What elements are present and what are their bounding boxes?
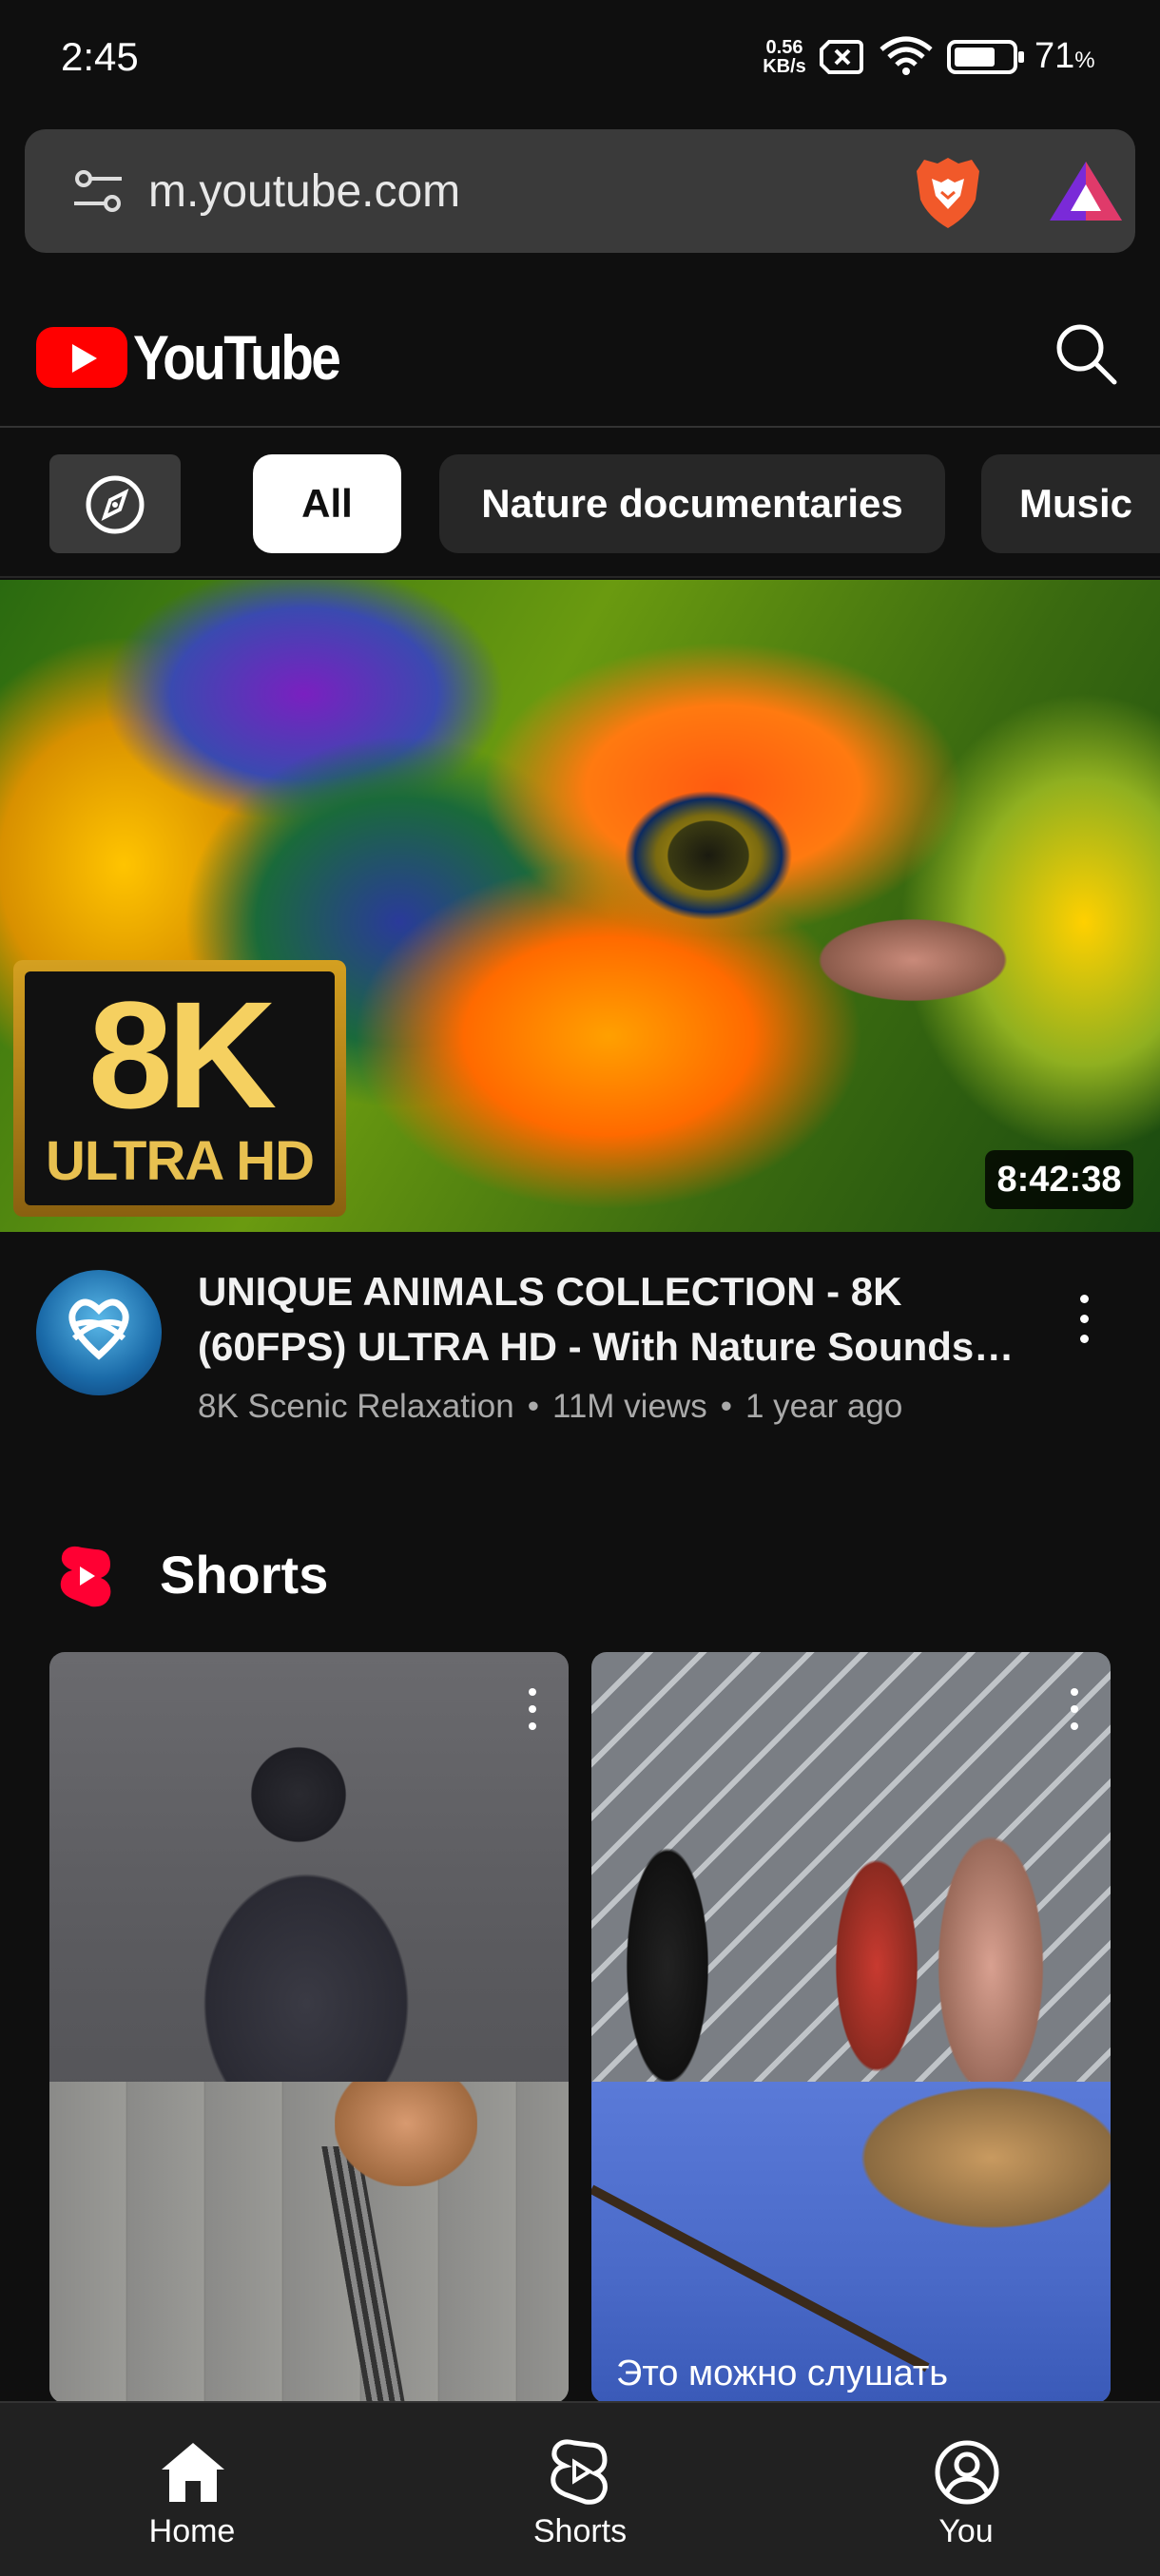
video-duration: 8:42:38 [985, 1150, 1133, 1209]
nav-you[interactable]: You [842, 2403, 1090, 2576]
category-chips: All Nature documentaries Music [0, 428, 1160, 578]
site-settings-icon[interactable] [72, 167, 124, 215]
nav-home-label: Home [148, 2513, 236, 2549]
video-title[interactable]: UNIQUE ANIMALS COLLECTION - 8K (60FPS) U… [198, 1264, 1015, 1375]
url-text[interactable]: m.youtube.com [148, 165, 460, 218]
no-sim-icon [820, 40, 863, 74]
short-more-options-button[interactable] [513, 1684, 551, 1734]
shorts-logo-icon [60, 1546, 111, 1607]
network-speed: 0.56 KB/s [761, 38, 808, 76]
brave-rewards-icon[interactable] [1048, 158, 1124, 224]
channel-name[interactable]: 8K Scenic Relaxation [198, 1388, 514, 1425]
battery-icon [947, 40, 1024, 74]
search-icon[interactable] [1052, 319, 1120, 388]
account-icon [935, 2440, 999, 2505]
channel-avatar[interactable] [36, 1270, 162, 1395]
battery-percent-value: 71 [1034, 36, 1075, 76]
youtube-logo-text: YouTube [133, 322, 341, 393]
short-thumbnail-lower [49, 2082, 569, 2403]
chip-music[interactable]: Music [981, 454, 1160, 553]
compass-icon [86, 475, 145, 534]
video-thumbnail[interactable]: 8K ULTRA HD 8:42:38 [0, 580, 1160, 1232]
short-card[interactable]: Это можно слушать [591, 1652, 1111, 2403]
youtube-logo[interactable]: YouTube [36, 321, 341, 393]
explore-button[interactable] [49, 454, 181, 553]
8k-ultra-hd-badge: 8K ULTRA HD [13, 960, 346, 1217]
view-count: 11M views [551, 1388, 707, 1425]
battery-percent-symbol: % [1074, 48, 1095, 73]
badge-ultra-hd-text: ULTRA HD [46, 1130, 315, 1192]
shorts-title: Shorts [160, 1545, 329, 1605]
bottom-navigation: Home Shorts You [0, 2401, 1160, 2576]
shorts-icon [551, 2439, 608, 2505]
badge-8k-text: 8K [87, 970, 278, 1140]
nav-home[interactable]: Home [68, 2403, 316, 2576]
youtube-header: YouTube [0, 285, 1160, 426]
status-bar: 2:45 0.56 KB/s 71% [0, 0, 1160, 114]
nav-shorts[interactable]: Shorts [456, 2403, 704, 2576]
brave-shields-icon[interactable] [913, 154, 983, 230]
short-thumbnail-feet [335, 2082, 477, 2186]
channel-logo-icon [68, 1298, 129, 1360]
nav-you-label: You [938, 2513, 994, 2549]
short-card[interactable] [49, 1652, 569, 2403]
video-metadata: 8K Scenic Relaxation • 11M views • 1 year ag… [198, 1388, 902, 1426]
network-speed-value: 0.56 [765, 37, 803, 58]
chip-nature-documentaries[interactable]: Nature documentaries [439, 454, 945, 553]
short-more-options-button[interactable] [1055, 1684, 1093, 1734]
battery-percent: 71% [1034, 36, 1095, 77]
short-caption: Это можно слушать [616, 2354, 949, 2393]
chip-all[interactable]: All [253, 454, 401, 553]
browser-address-bar[interactable]: m.youtube.com [25, 129, 1135, 253]
wifi-icon [880, 36, 933, 75]
status-time: 2:45 [61, 34, 139, 79]
video-more-options-button[interactable] [1063, 1289, 1105, 1350]
upload-age: 1 year ago [744, 1388, 903, 1425]
youtube-logo-icon [36, 327, 127, 388]
home-icon [162, 2443, 224, 2502]
network-speed-unit: KB/s [763, 56, 806, 77]
nav-shorts-label: Shorts [532, 2513, 628, 2549]
separator-dot: • [720, 1388, 732, 1425]
separator-dot: • [527, 1388, 539, 1425]
chips-divider [0, 576, 1160, 578]
